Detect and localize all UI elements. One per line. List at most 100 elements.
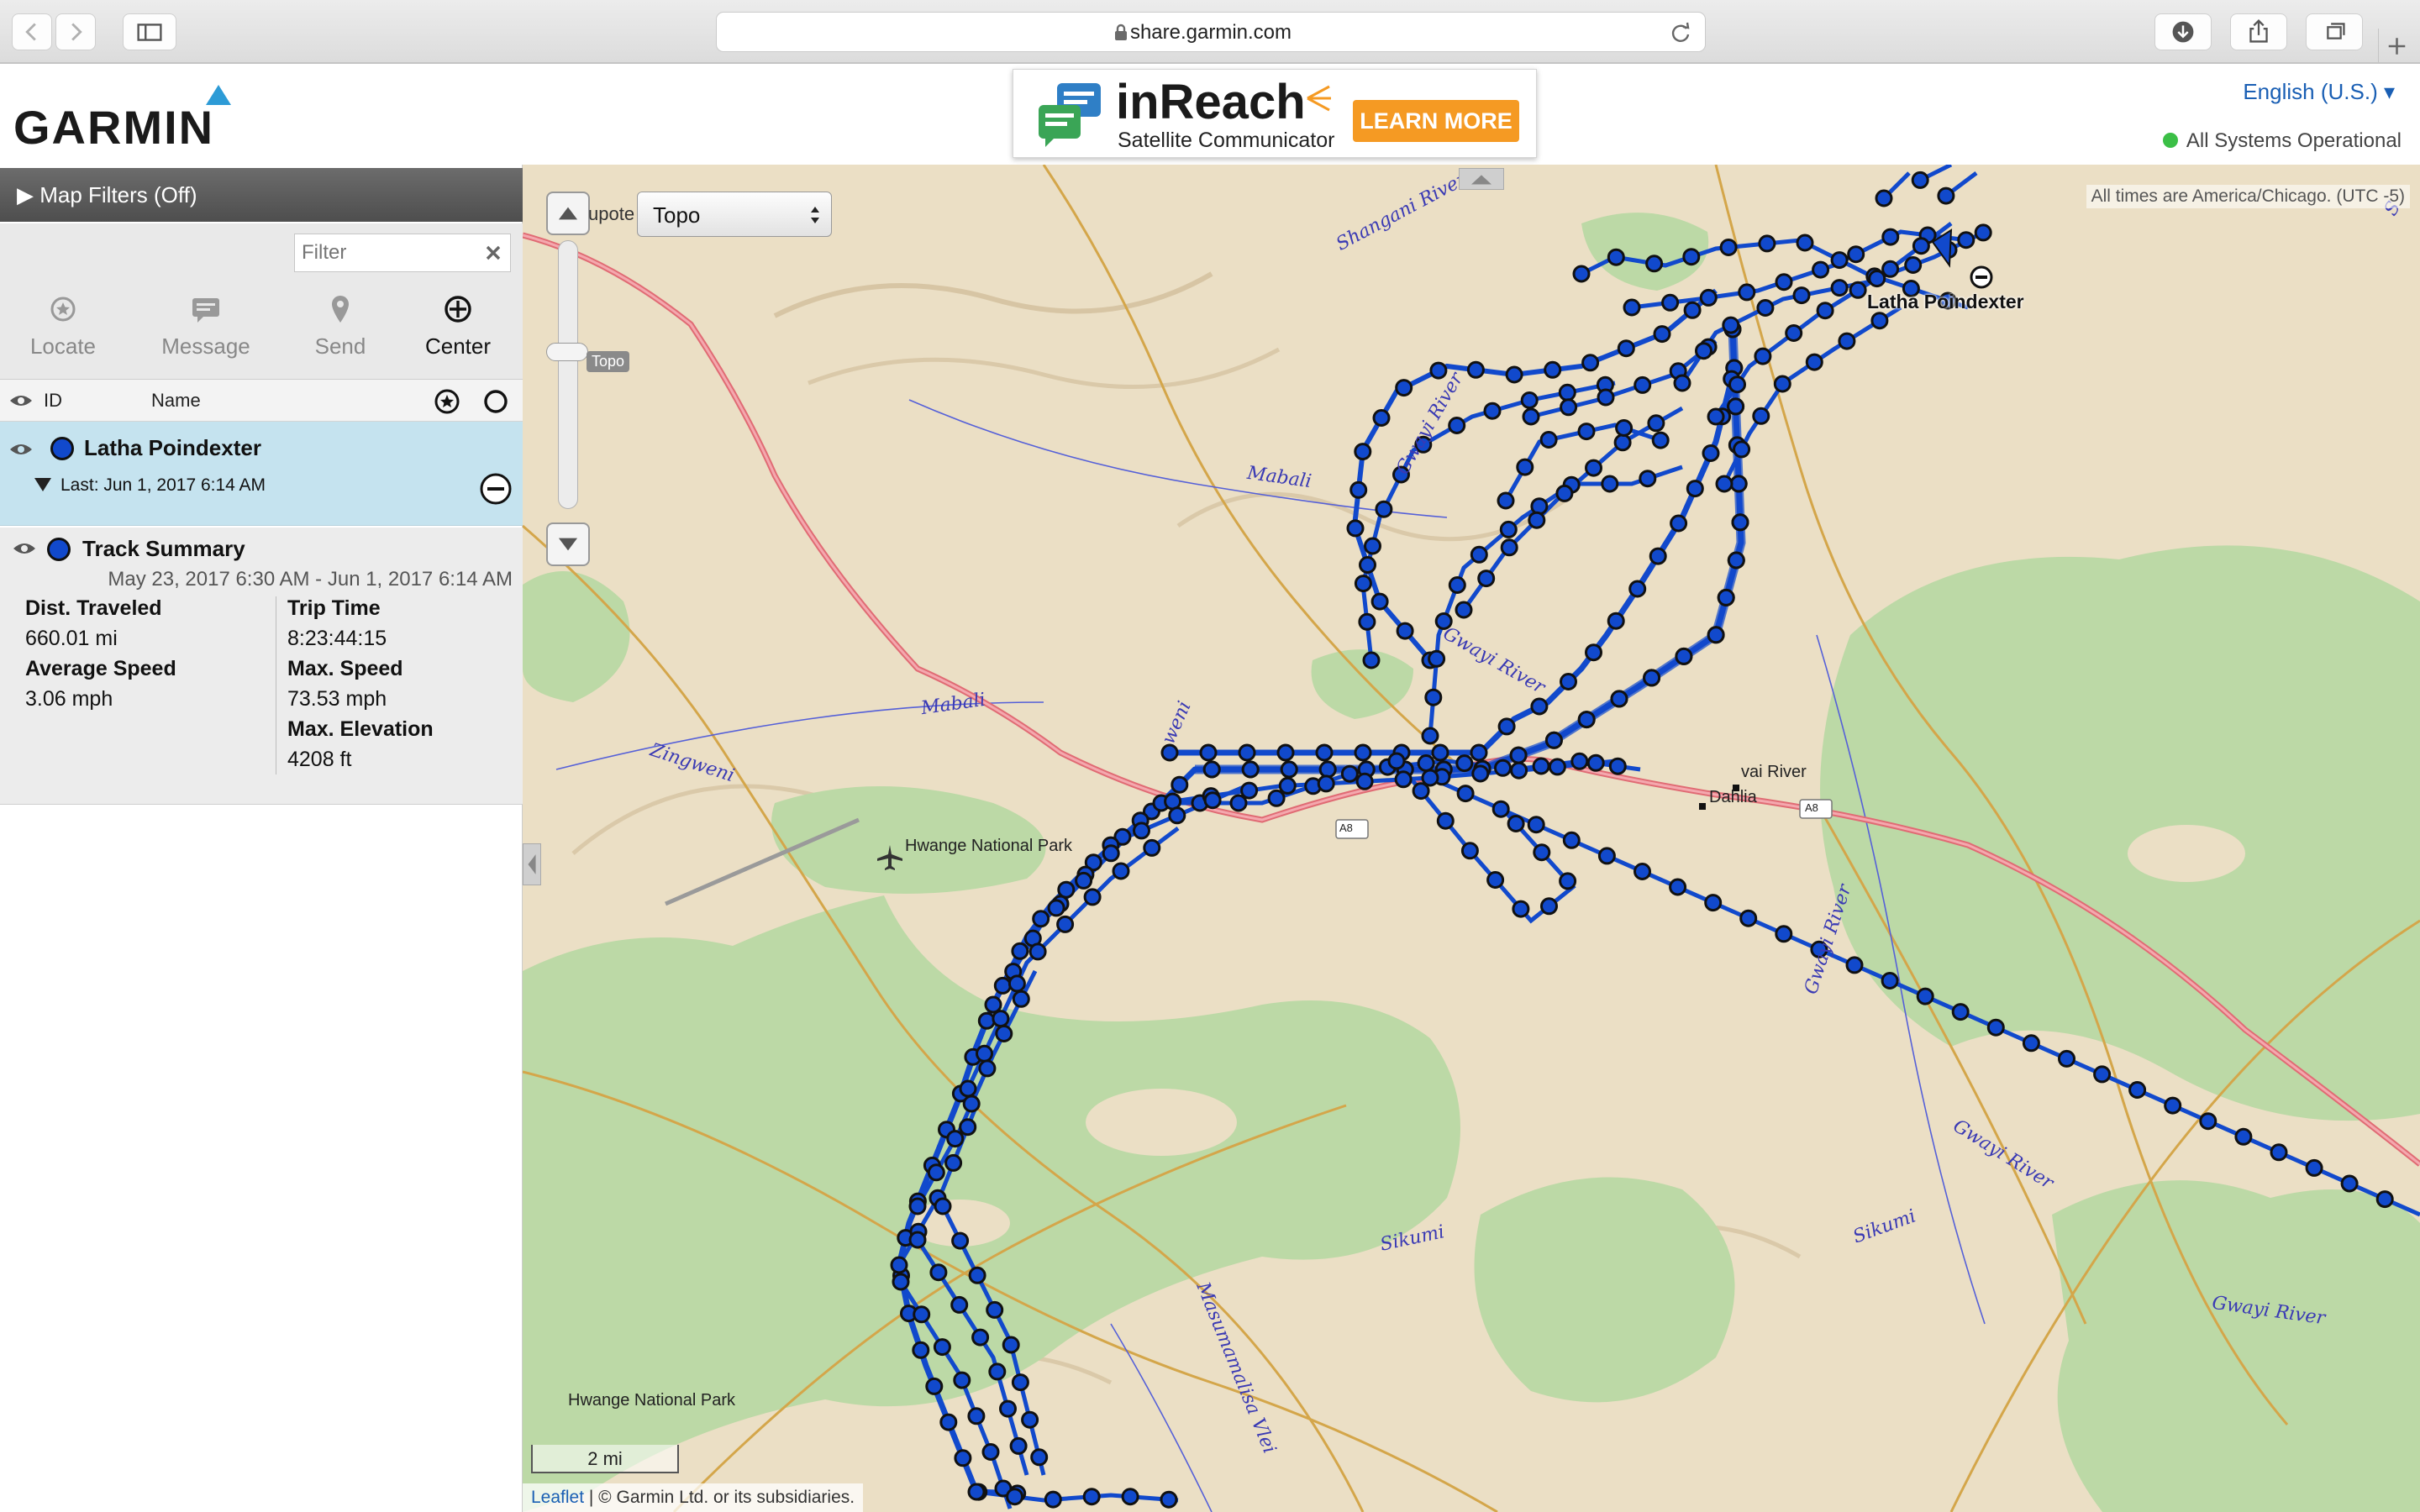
track-point[interactable]	[1007, 974, 1026, 993]
share-button[interactable]	[2230, 13, 2287, 50]
track-point[interactable]	[1733, 440, 1751, 459]
track-point[interactable]	[1486, 871, 1505, 889]
address-bar[interactable]: share.garmin.com	[716, 12, 1706, 52]
track-point[interactable]	[1607, 612, 1625, 630]
track-point[interactable]	[1544, 360, 1562, 379]
track-point[interactable]	[1428, 649, 1446, 668]
track-point[interactable]	[962, 1095, 981, 1113]
track-point[interactable]	[1645, 255, 1664, 273]
track-point[interactable]	[1471, 764, 1490, 783]
track-point[interactable]	[2270, 1143, 2288, 1162]
track-point[interactable]	[1532, 757, 1550, 775]
track-point[interactable]	[1562, 831, 1581, 849]
track-point[interactable]	[1758, 234, 1776, 253]
track-point[interactable]	[2093, 1065, 2112, 1084]
map-view[interactable]: Shangani River Gwayi River Mabali Mabali…	[523, 165, 2420, 1512]
track-point[interactable]	[2164, 1096, 2182, 1115]
track-point[interactable]	[1634, 375, 1652, 394]
track-point[interactable]	[986, 1300, 1004, 1319]
track-point[interactable]	[2199, 1112, 2217, 1131]
track-point[interactable]	[946, 1130, 965, 1148]
track-point[interactable]	[1456, 785, 1475, 803]
track-point[interactable]	[1581, 354, 1600, 372]
track-point[interactable]	[1278, 776, 1297, 795]
inreach-ad-banner[interactable]: inReach Satellite Communicator LEARN MOR…	[1013, 69, 1537, 158]
track-point[interactable]	[1160, 743, 1179, 762]
track-point[interactable]	[1512, 900, 1530, 918]
track-point[interactable]	[1436, 811, 1455, 830]
track-point[interactable]	[1160, 1490, 1178, 1509]
sidebar-collapse-tab[interactable]	[523, 843, 541, 885]
track-point[interactable]	[1597, 388, 1615, 407]
track-point[interactable]	[1396, 622, 1414, 640]
track-point[interactable]	[1729, 475, 1748, 493]
track-point[interactable]	[976, 1044, 993, 1063]
track-point[interactable]	[1370, 592, 1389, 611]
track-point[interactable]	[2128, 1081, 2147, 1099]
track-point[interactable]	[1986, 1018, 2005, 1037]
track-point[interactable]	[1756, 299, 1775, 317]
track-point[interactable]	[1717, 588, 1735, 606]
track-point[interactable]	[1577, 711, 1596, 729]
track-point[interactable]	[1121, 1488, 1139, 1506]
track-point[interactable]	[1424, 688, 1443, 706]
track-point[interactable]	[1785, 324, 1803, 342]
track-point[interactable]	[1354, 743, 1372, 762]
track-point[interactable]	[992, 1010, 1010, 1028]
track-point[interactable]	[1470, 545, 1488, 564]
track-point[interactable]	[1731, 513, 1749, 532]
track-point[interactable]	[1719, 239, 1738, 256]
filter-input[interactable]	[294, 234, 511, 272]
track-point[interactable]	[1548, 758, 1566, 776]
track-point[interactable]	[1057, 880, 1076, 899]
back-button[interactable]	[12, 13, 52, 50]
track-point[interactable]	[1375, 500, 1393, 518]
track-point[interactable]	[1555, 484, 1574, 502]
track-point[interactable]	[1586, 753, 1605, 772]
track-point[interactable]	[1702, 444, 1720, 462]
track-point[interactable]	[1649, 547, 1667, 565]
track-point[interactable]	[1011, 1373, 1029, 1392]
track-point[interactable]	[1349, 480, 1368, 499]
track-point[interactable]	[1577, 423, 1596, 441]
track-point[interactable]	[1673, 374, 1691, 392]
track-point[interactable]	[1491, 800, 1510, 818]
track-point[interactable]	[1267, 789, 1286, 807]
track-point[interactable]	[1240, 781, 1259, 800]
track-point[interactable]	[934, 1197, 952, 1215]
track-point[interactable]	[1792, 286, 1811, 305]
sidebar-toggle-button[interactable]	[123, 13, 176, 50]
garmin-logo[interactable]: GARMIN	[13, 84, 240, 151]
downloads-button[interactable]	[2154, 13, 2212, 50]
track-point[interactable]	[1911, 171, 1929, 189]
track-point[interactable]	[1585, 459, 1602, 477]
track-point[interactable]	[1483, 402, 1502, 420]
track-point[interactable]	[977, 1011, 996, 1030]
track-point[interactable]	[993, 976, 1012, 995]
track-point[interactable]	[1585, 643, 1602, 662]
track-point[interactable]	[1075, 871, 1093, 890]
track-point[interactable]	[2058, 1049, 2075, 1068]
track-point[interactable]	[2340, 1174, 2359, 1193]
track-point[interactable]	[890, 1256, 908, 1274]
locate-button[interactable]: Locate	[8, 292, 118, 360]
track-point[interactable]	[1559, 872, 1577, 890]
zoom-slider-thumb[interactable]	[546, 343, 588, 361]
track-point[interactable]	[1056, 915, 1075, 933]
track-point[interactable]	[1009, 1436, 1028, 1455]
track-point[interactable]	[1647, 414, 1665, 433]
track-point[interactable]	[1875, 189, 1893, 207]
track-point[interactable]	[1448, 417, 1466, 434]
eye-icon[interactable]	[8, 391, 34, 410]
track-point[interactable]	[1727, 397, 1745, 416]
eye-icon[interactable]	[8, 440, 34, 459]
track-point[interactable]	[1775, 273, 1793, 291]
track-point[interactable]	[1509, 746, 1528, 764]
track-point[interactable]	[944, 1153, 963, 1172]
track-point[interactable]	[1527, 816, 1545, 834]
track-point[interactable]	[1613, 433, 1632, 452]
track-point[interactable]	[1661, 293, 1680, 312]
track-point[interactable]	[1083, 888, 1102, 906]
track-point[interactable]	[1623, 298, 1641, 317]
track-point[interactable]	[1881, 260, 1900, 278]
